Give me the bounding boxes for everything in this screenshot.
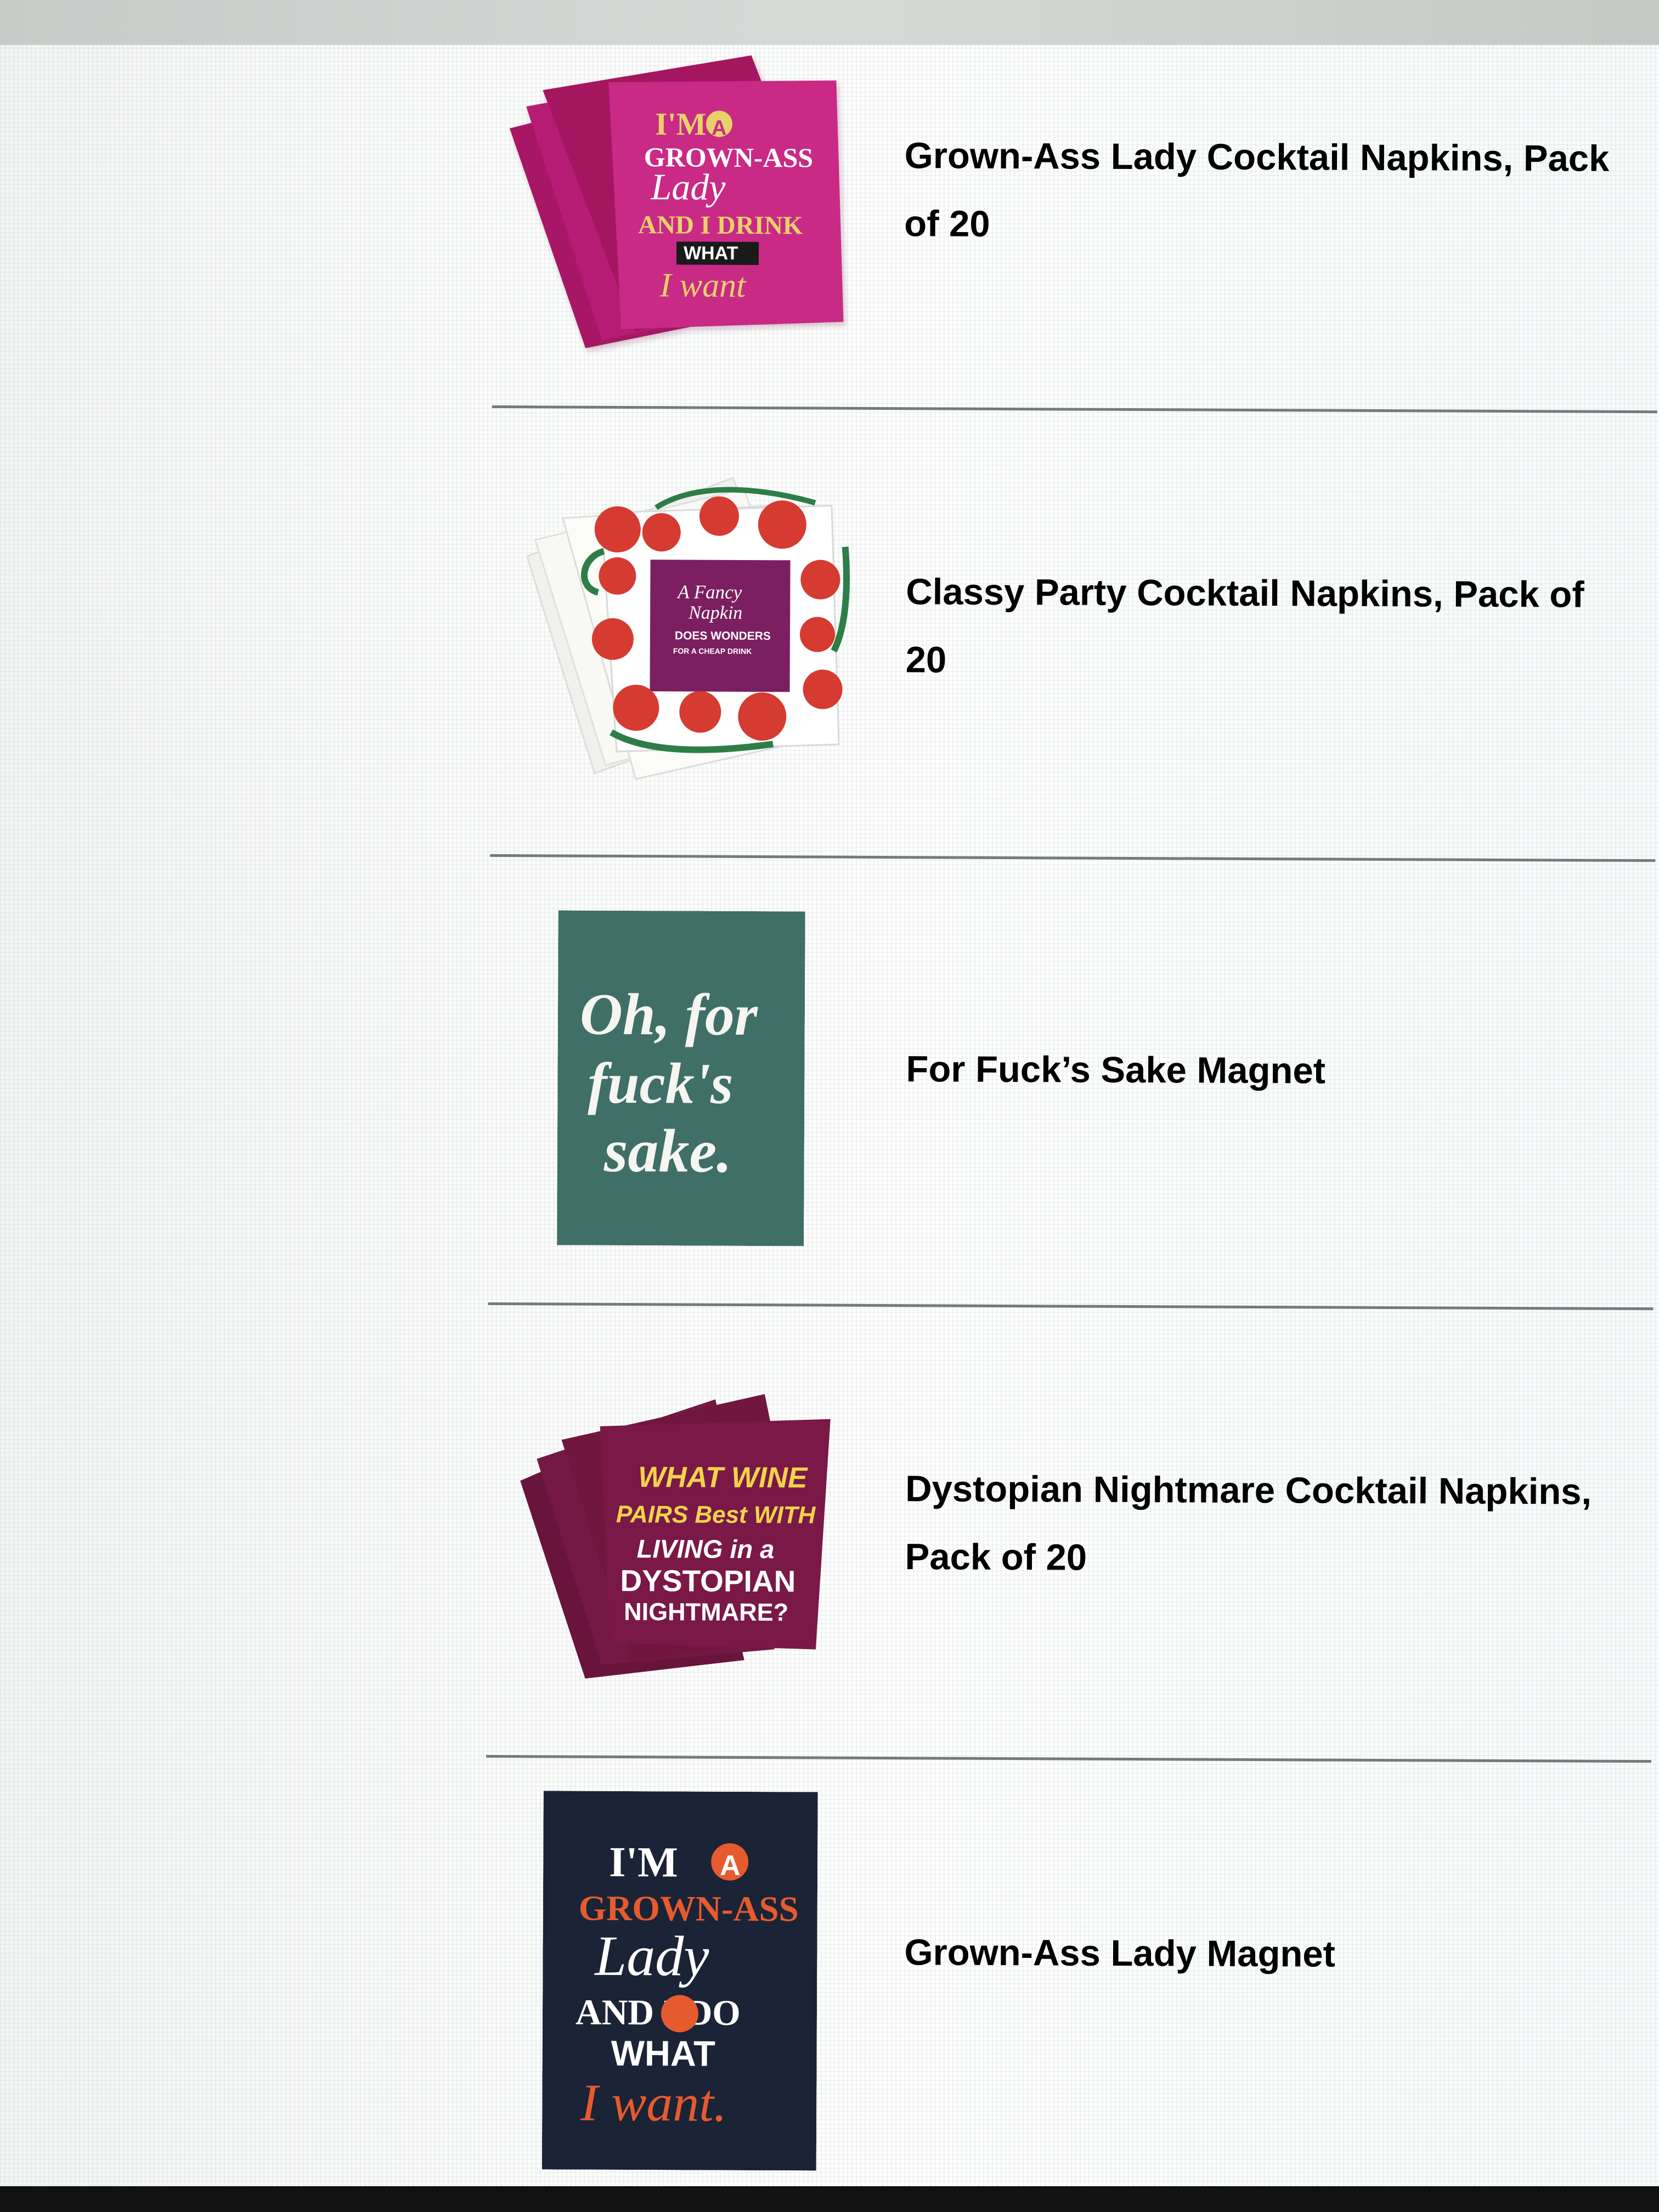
product-image-grown-ass-lady-napkins[interactable]: I'M A GROWN-ASS Lady AND I DRINK WHAT I … <box>509 46 850 355</box>
grown-ass-lady-magnet-image: I'M A GROWN-ASS Lady AND I DO WHAT I wan… <box>541 1791 818 2171</box>
for-fucks-sake-magnet-image: Oh, for fuck's sake. <box>557 910 805 1246</box>
product-row-dystopian-nightmare-napkins[interactable]: WHAT WINE PAIRS Best WITH LIVING in a DY… <box>0 1361 1653 1785</box>
napkin-text-pairs-best-with: PAIRS Best WITH <box>616 1501 816 1529</box>
napkin-text-nightmare: NIGHTMARE? <box>624 1598 788 1626</box>
napkin-text-i-want: I want <box>659 267 747 304</box>
classy-party-napkins-image: A Fancy Napkin DOES WONDERS FOR A CHEAP … <box>526 476 850 780</box>
magnet-text-sake: sake. <box>603 1117 732 1186</box>
product-image-classy-party-napkins[interactable]: A Fancy Napkin DOES WONDERS FOR A CHEAP … <box>523 458 854 799</box>
magnet-text-what: WHAT <box>611 2033 715 2074</box>
product-image-for-fucks-sake-magnet[interactable]: Oh, for fuck's sake. <box>557 910 805 1246</box>
magnet-text-a: A <box>720 1850 741 1882</box>
product-row-for-fucks-sake-magnet[interactable]: Oh, for fuck's sake. For Fuck’s Sake Mag… <box>0 900 1655 1324</box>
napkin-text-im: I'M <box>655 106 707 142</box>
magnet-text-lady: Lady <box>594 1925 709 1988</box>
napkin-text-what: WHAT <box>684 242 738 263</box>
napkin-text-does-wonders: DOES WONDERS <box>675 629 771 642</box>
product-title[interactable]: Dystopian Nightmare Cocktail Napkins, Pa… <box>905 1455 1646 1594</box>
napkin-text-dystopian: DYSTOPIAN <box>620 1564 795 1598</box>
product-title[interactable]: Grown-Ass Lady Magnet <box>904 1918 1618 1990</box>
magnet-text-i-want: I want. <box>580 2073 727 2132</box>
magnet-text-im: I'M <box>609 1838 678 1886</box>
product-title[interactable]: Grown-Ass Lady Cocktail Napkins, Pack of… <box>904 122 1651 261</box>
napkin-text-for-a-cheap-drink: FOR A CHEAP DRINK <box>673 646 752 656</box>
magnet-text-fucks: fuck's <box>588 1051 733 1116</box>
napkin-text-a-fancy: A Fancy <box>676 581 742 603</box>
grown-ass-lady-napkins-image: I'M A GROWN-ASS Lady AND I DRINK WHAT I … <box>509 55 844 348</box>
product-image-grown-ass-lady-magnet[interactable]: I'M A GROWN-ASS Lady AND I DO WHAT I wan… <box>541 1791 818 2171</box>
product-row-grown-ass-lady-magnet[interactable]: I'M A GROWN-ASS Lady AND I DO WHAT I wan… <box>0 1783 1651 2186</box>
bottom-monitor-bezel <box>0 2186 1659 2212</box>
napkin-center-panel <box>650 560 791 692</box>
screen: I'M A GROWN-ASS Lady AND I DRINK WHAT I … <box>0 0 1659 2186</box>
product-title[interactable]: Classy Party Cocktail Napkins, Pack of 2… <box>905 558 1630 697</box>
product-image-dystopian-nightmare-napkins[interactable]: WHAT WINE PAIRS Best WITH LIVING in a DY… <box>517 1374 836 1683</box>
dystopian-nightmare-napkins-image: WHAT WINE PAIRS Best WITH LIVING in a DY… <box>520 1394 831 1679</box>
magnet-text-and-i-do: AND I DO <box>575 1993 741 2033</box>
magnet-text-oh-for: Oh, for <box>580 982 759 1048</box>
magnet-text-grown-ass: GROWN-ASS <box>579 1889 799 1929</box>
napkin-text-living-in-a: LIVING in a <box>637 1534 775 1564</box>
napkin-text-what-wine: WHAT WINE <box>638 1461 808 1494</box>
napkin-text-lady: Lady <box>650 166 726 208</box>
napkin-text-a: A <box>712 117 727 140</box>
product-row-grown-ass-lady-napkins[interactable]: I'M A GROWN-ASS Lady AND I DRINK WHAT I … <box>0 44 1659 468</box>
napkin-text-and-i-drink: AND I DRINK <box>638 211 803 240</box>
product-row-classy-party-napkins[interactable]: A Fancy Napkin DOES WONDERS FOR A CHEAP … <box>0 455 1657 879</box>
i-badge <box>661 1995 698 2033</box>
product-list: I'M A GROWN-ASS Lady AND I DRINK WHAT I … <box>0 0 1659 2186</box>
napkin-text-napkin: Napkin <box>688 602 742 623</box>
product-title[interactable]: For Fuck’s Sake Magnet <box>906 1035 1620 1107</box>
